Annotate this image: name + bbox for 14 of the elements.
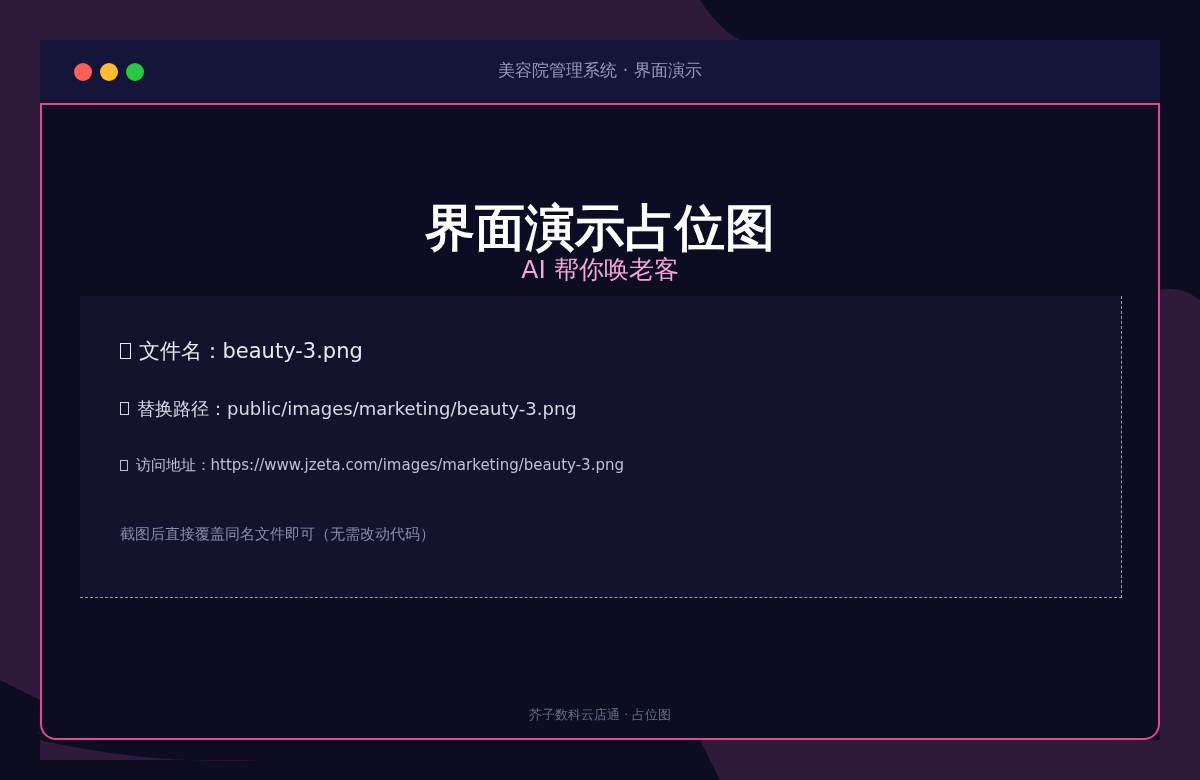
footer-text: 芥子数科云店通 · 占位图 <box>528 705 672 724</box>
minimize-icon[interactable] <box>100 62 118 81</box>
note-text: 截图后直接覆盖同名文件即可（无需改动代码） <box>120 523 436 545</box>
missing-glyph-icon <box>120 343 131 360</box>
heading: 界面演示占位图 <box>425 201 775 256</box>
missing-glyph-icon <box>120 459 128 471</box>
subtitle: AI 帮你唤老客 <box>521 256 679 284</box>
info-line: 访问地址：https://www.jzeta.com/images/marketing/beauty-3.png <box>135 455 624 476</box>
info-line: 文件名：beauty-3.png <box>138 337 363 365</box>
maximize-icon[interactable] <box>126 62 144 81</box>
missing-glyph-icon <box>120 401 129 416</box>
close-icon[interactable] <box>74 62 92 81</box>
window-title: 美容院管理系统 · 界面演示 <box>498 60 702 80</box>
info-line: 替换路径：public/images/marketing/beauty-3.png <box>137 397 577 421</box>
